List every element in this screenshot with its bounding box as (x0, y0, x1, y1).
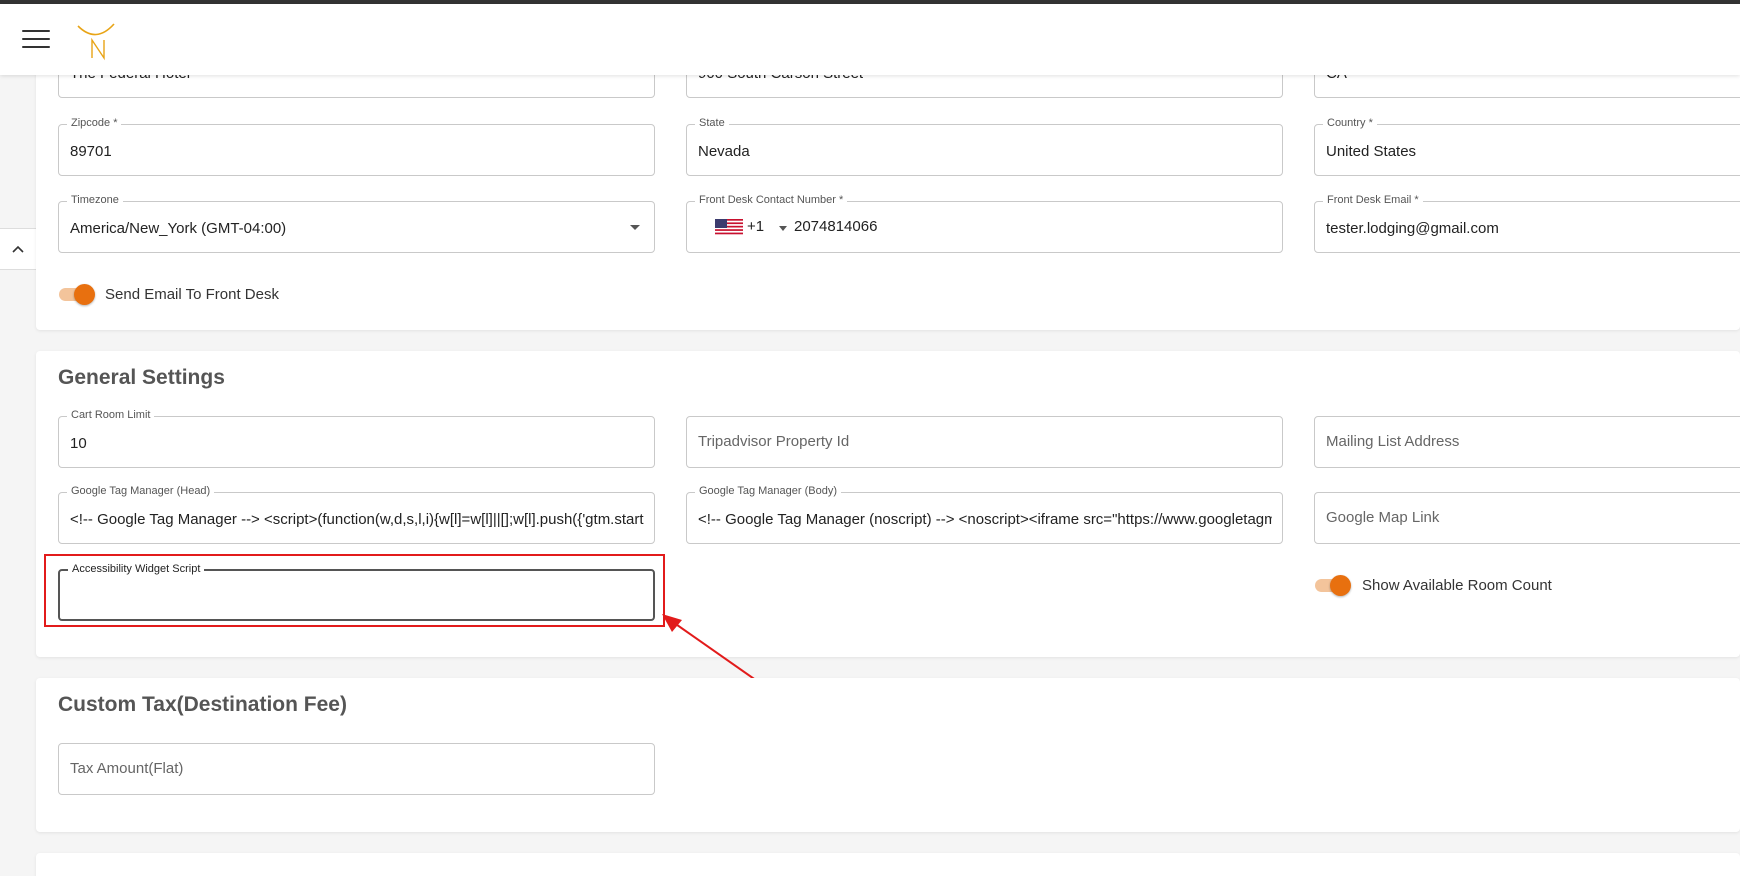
gtm-body-value: <!-- Google Tag Manager (noscript) --> <… (698, 511, 1272, 528)
google-map-link-field[interactable]: Google Map Link (1314, 492, 1740, 544)
tripadvisor-placeholder: Tripadvisor Property Id (698, 433, 850, 450)
dropdown-arrow-icon (630, 225, 640, 230)
front-desk-email-field[interactable]: Front Desk Email * tester.lodging@gmail.… (1314, 194, 1740, 253)
app-header (0, 4, 1740, 75)
brand-logo-icon[interactable] (76, 20, 118, 62)
phone-number-value: 2074814066 (794, 218, 878, 235)
us-flag-icon[interactable] (715, 219, 743, 236)
email-value: tester.lodging@gmail.com (1326, 220, 1499, 237)
gtm-body-label: Google Tag Manager (Body) (695, 485, 841, 497)
zipcode-value: 89701 (70, 143, 112, 160)
country-field[interactable]: Country * United States (1314, 117, 1740, 176)
chevron-up-icon (12, 245, 24, 253)
state-value: Nevada (698, 143, 750, 160)
tax-amount-placeholder: Tax Amount(Flat) (70, 760, 184, 777)
google-map-placeholder: Google Map Link (1326, 509, 1440, 526)
timezone-label: Timezone (67, 194, 123, 206)
gtm-head-value: <!-- Google Tag Manager --> <script>(fun… (70, 511, 644, 528)
phone-label: Front Desk Contact Number * (695, 194, 848, 206)
general-settings-title: General Settings (58, 366, 225, 389)
annotation-highlight-box (44, 554, 665, 627)
front-desk-phone-field[interactable]: Front Desk Contact Number * +1 207481406… (686, 194, 1283, 253)
next-section-card (36, 853, 1740, 876)
hamburger-menu-icon[interactable] (22, 30, 50, 50)
zipcode-field[interactable]: Zipcode * 89701 (58, 117, 655, 176)
send-email-toggle-label: Send Email To Front Desk (105, 286, 279, 303)
country-label: Country * (1323, 117, 1377, 129)
country-code-dropdown-icon[interactable] (779, 226, 787, 231)
zipcode-label: Zipcode * (67, 117, 122, 129)
collapse-sidebar-button[interactable] (0, 228, 37, 270)
cart-room-limit-field[interactable]: Cart Room Limit 10 (58, 409, 655, 468)
gtm-body-field[interactable]: Google Tag Manager (Body) <!-- Google Ta… (686, 485, 1283, 544)
timezone-value: America/New_York (GMT-04:00) (70, 220, 287, 237)
gtm-head-field[interactable]: Google Tag Manager (Head) <!-- Google Ta… (58, 485, 655, 544)
timezone-select[interactable]: Timezone America/New_York (GMT-04:00) (58, 194, 655, 253)
email-label: Front Desk Email * (1323, 194, 1423, 206)
country-value: United States (1326, 143, 1417, 160)
toggle-knob (1330, 575, 1351, 596)
mailing-list-placeholder: Mailing List Address (1326, 433, 1460, 450)
phone-country-code[interactable]: +1 (747, 218, 764, 235)
toggle-knob (74, 284, 95, 305)
cart-room-limit-label: Cart Room Limit (67, 409, 155, 421)
custom-tax-title: Custom Tax(Destination Fee) (58, 693, 347, 716)
tripadvisor-id-field[interactable]: Tripadvisor Property Id (686, 416, 1283, 468)
tax-amount-field[interactable]: Tax Amount(Flat) (58, 743, 655, 795)
mailing-list-field[interactable]: Mailing List Address (1314, 416, 1740, 468)
send-email-toggle[interactable] (57, 283, 97, 305)
state-field[interactable]: State Nevada (686, 117, 1283, 176)
gtm-head-label: Google Tag Manager (Head) (67, 485, 215, 497)
show-room-count-toggle[interactable] (1313, 574, 1353, 596)
show-room-count-label: Show Available Room Count (1362, 577, 1552, 594)
state-label: State (695, 117, 729, 129)
cart-room-limit-value: 10 (70, 435, 87, 452)
